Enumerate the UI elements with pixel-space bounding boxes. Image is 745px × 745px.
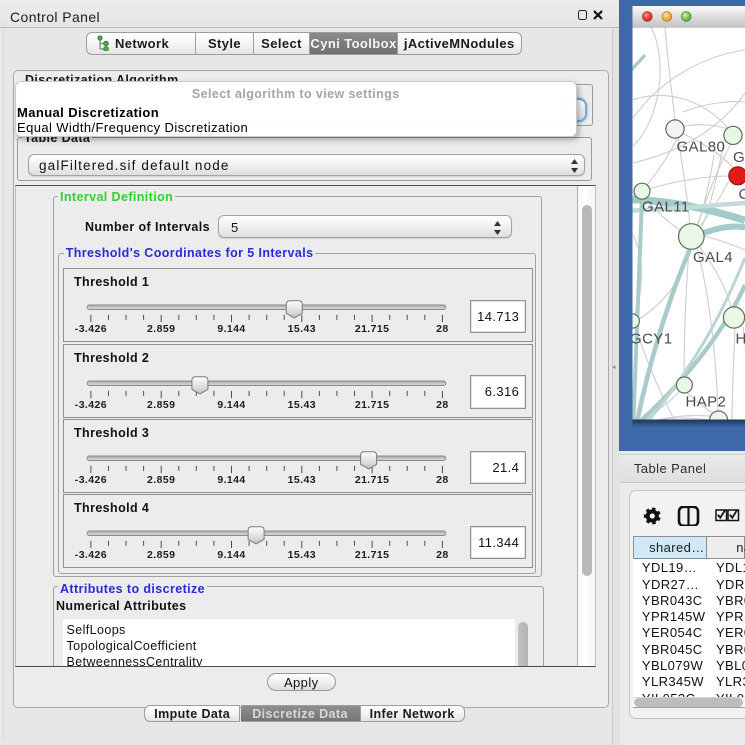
svg-text:9.144: 9.144 [217, 324, 245, 336]
svg-text:-3.426: -3.426 [75, 474, 107, 486]
svg-text:28: 28 [436, 474, 448, 486]
svg-text:2.859: 2.859 [147, 399, 175, 411]
svg-text:21.715: 21.715 [355, 324, 390, 336]
svg-text:21.715: 21.715 [355, 474, 390, 486]
svg-text:GAL4: GAL4 [693, 249, 733, 266]
svg-text:9.144: 9.144 [217, 399, 245, 411]
svg-text:28: 28 [436, 324, 448, 336]
svg-text:GAL80: GAL80 [677, 139, 726, 156]
svg-text:15.43: 15.43 [288, 324, 316, 336]
svg-text:GA: GA [733, 149, 745, 166]
svg-text:9.144: 9.144 [217, 549, 245, 561]
svg-text:2.859: 2.859 [147, 324, 175, 336]
svg-text:21.715: 21.715 [355, 549, 390, 561]
svg-text:CY: CY [739, 186, 745, 203]
svg-text:HAP2: HAP2 [686, 394, 727, 411]
svg-text:28: 28 [436, 399, 448, 411]
svg-text:21.715: 21.715 [355, 399, 390, 411]
svg-text:GCY1: GCY1 [630, 331, 672, 348]
svg-text:-3.426: -3.426 [75, 549, 107, 561]
svg-text:-3.426: -3.426 [75, 399, 107, 411]
svg-text:H: H [736, 331, 745, 348]
svg-text:2.859: 2.859 [147, 474, 175, 486]
svg-text:15.43: 15.43 [288, 399, 316, 411]
svg-text:GAL11: GAL11 [642, 199, 690, 216]
svg-text:15.43: 15.43 [288, 474, 316, 486]
svg-text:-3.426: -3.426 [75, 324, 107, 336]
svg-text:2.859: 2.859 [147, 549, 175, 561]
svg-text:28: 28 [436, 549, 448, 561]
svg-text:9.144: 9.144 [217, 474, 245, 486]
svg-text:15.43: 15.43 [288, 549, 316, 561]
